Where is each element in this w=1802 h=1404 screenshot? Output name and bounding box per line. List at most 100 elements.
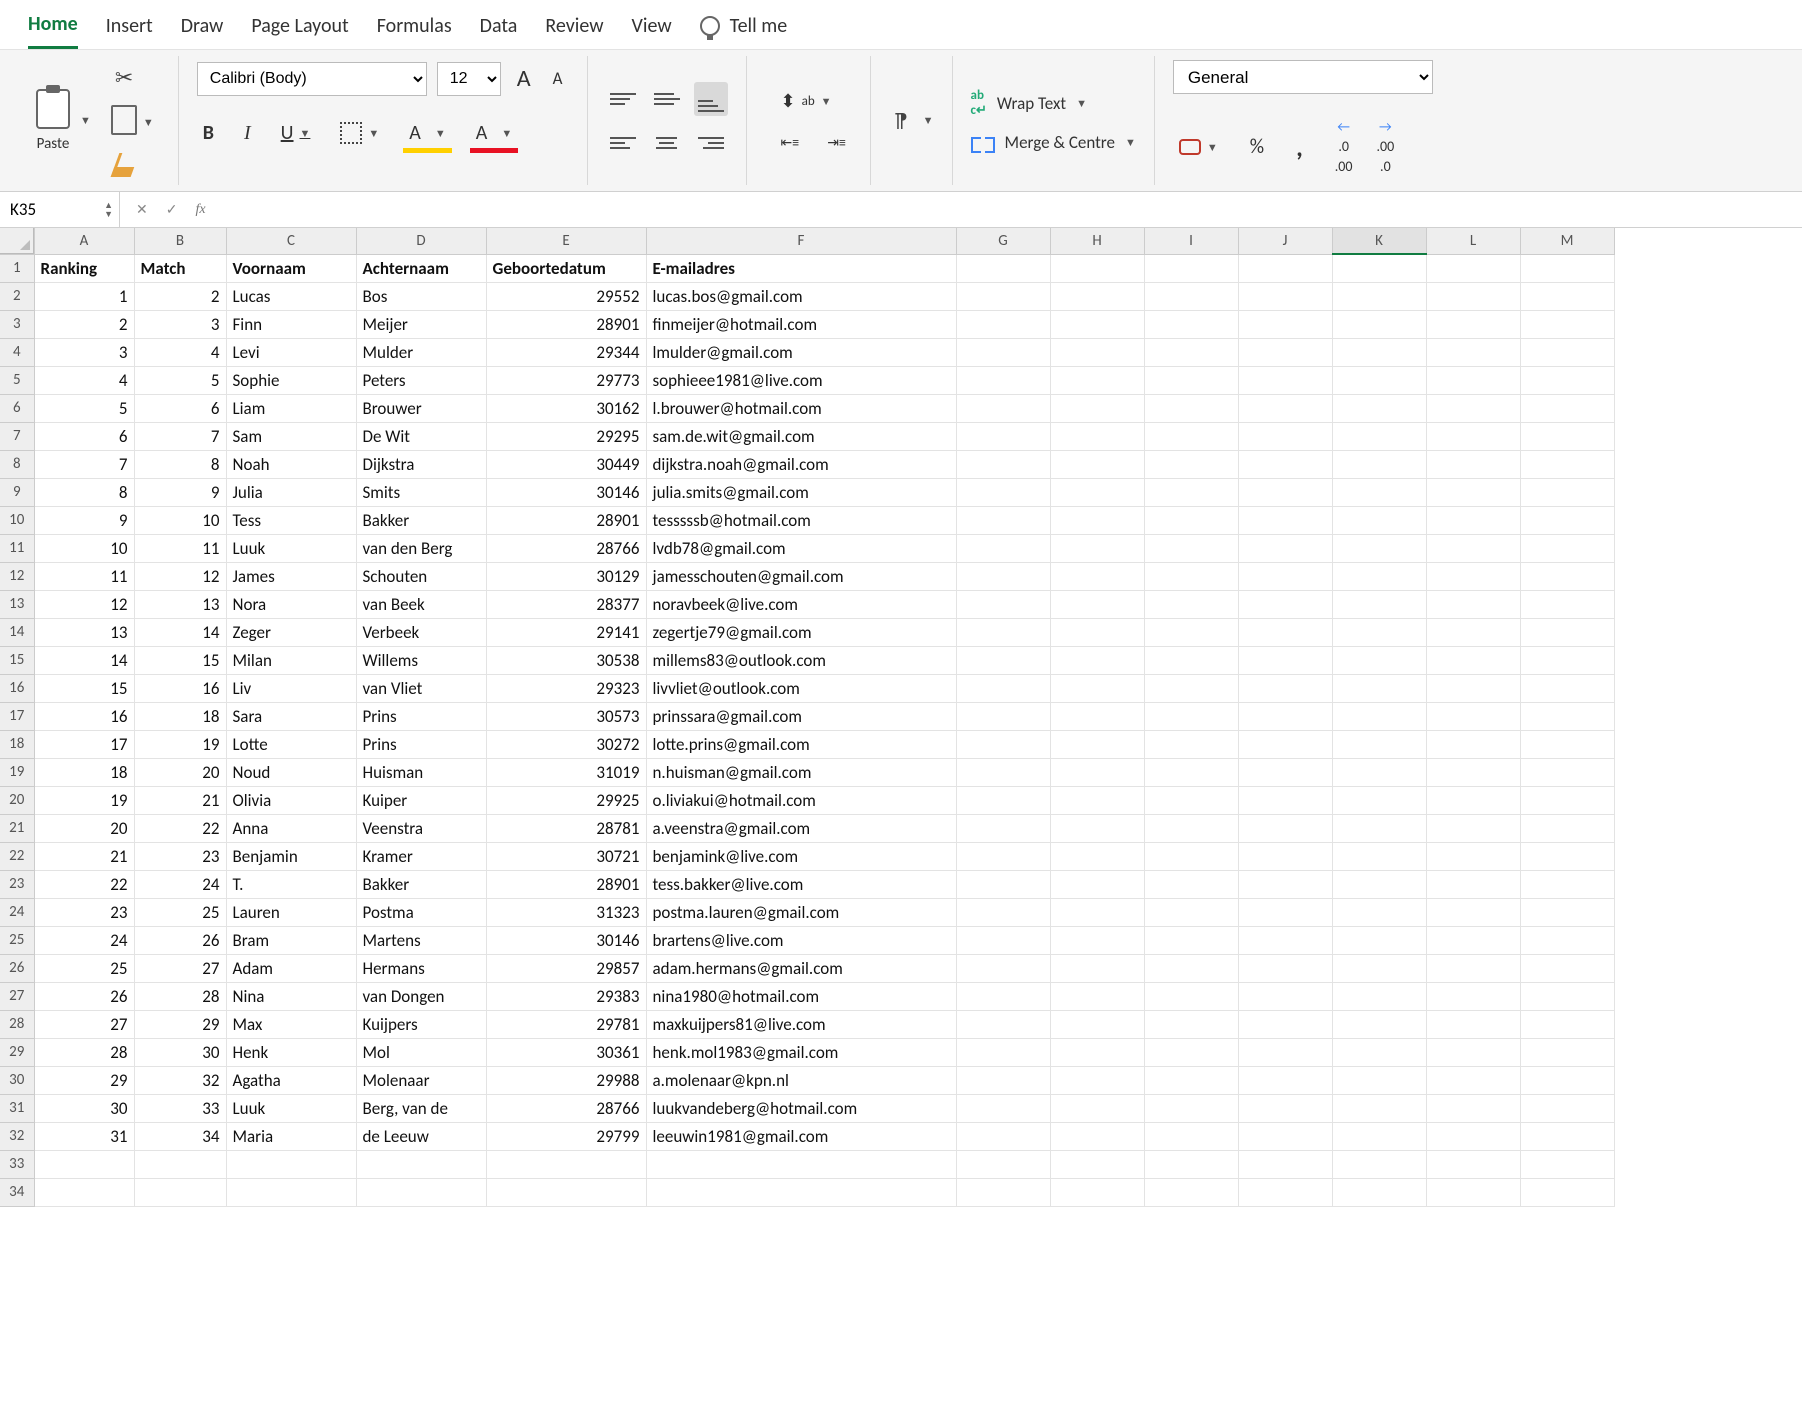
column-header-L[interactable]: L [1426,228,1520,254]
cancel-formula-button[interactable]: ✕ [136,201,148,218]
cell-J8[interactable] [1238,450,1332,478]
cell-H32[interactable] [1050,1122,1144,1150]
cell-A4[interactable]: 3 [34,338,134,366]
row-header-7[interactable]: 7 [0,422,34,450]
cell-D31[interactable]: Berg, van de [356,1094,486,1122]
cell-J25[interactable] [1238,926,1332,954]
cell-K5[interactable] [1332,366,1426,394]
column-header-F[interactable]: F [646,228,956,254]
cell-L3[interactable] [1426,310,1520,338]
cell-I21[interactable] [1144,814,1238,842]
cell-I19[interactable] [1144,758,1238,786]
cell-D23[interactable]: Bakker [356,870,486,898]
cell-K8[interactable] [1332,450,1426,478]
cell-A29[interactable]: 28 [34,1038,134,1066]
cell-J15[interactable] [1238,646,1332,674]
cell-C25[interactable]: Bram [226,926,356,954]
cell-K17[interactable] [1332,702,1426,730]
cell-F23[interactable]: tess.bakker@live.com [646,870,956,898]
cell-C2[interactable]: Lucas [226,282,356,310]
row-header-15[interactable]: 15 [0,646,34,674]
cell-B14[interactable]: 14 [134,618,226,646]
cell-F19[interactable]: n.huisman@gmail.com [646,758,956,786]
cell-J16[interactable] [1238,674,1332,702]
cell-A31[interactable]: 30 [34,1094,134,1122]
cell-I18[interactable] [1144,730,1238,758]
cell-J29[interactable] [1238,1038,1332,1066]
column-header-A[interactable]: A [34,228,134,254]
cell-A11[interactable]: 10 [34,534,134,562]
cell-J4[interactable] [1238,338,1332,366]
cell-I15[interactable] [1144,646,1238,674]
cell-C12[interactable]: James [226,562,356,590]
name-box-stepper[interactable]: ▲▼ [104,201,113,219]
cell-J32[interactable] [1238,1122,1332,1150]
tab-page-layout[interactable]: Page Layout [251,14,348,48]
cell-L26[interactable] [1426,954,1520,982]
tab-formulas[interactable]: Formulas [377,14,452,48]
cell-B32[interactable]: 34 [134,1122,226,1150]
cell-E26[interactable]: 29857 [486,954,646,982]
cell-G27[interactable] [956,982,1050,1010]
cell-D34[interactable] [356,1178,486,1206]
cell-L16[interactable] [1426,674,1520,702]
cell-J20[interactable] [1238,786,1332,814]
cell-G7[interactable] [956,422,1050,450]
cell-I28[interactable] [1144,1010,1238,1038]
cell-H2[interactable] [1050,282,1144,310]
cell-E5[interactable]: 29773 [486,366,646,394]
cell-C19[interactable]: Noud [226,758,356,786]
cell-G5[interactable] [956,366,1050,394]
cell-I33[interactable] [1144,1150,1238,1178]
cell-H34[interactable] [1050,1178,1144,1206]
cell-K34[interactable] [1332,1178,1426,1206]
cell-J28[interactable] [1238,1010,1332,1038]
cell-L22[interactable] [1426,842,1520,870]
align-left-button[interactable] [606,126,640,160]
cell-C21[interactable]: Anna [226,814,356,842]
cell-G34[interactable] [956,1178,1050,1206]
cell-A16[interactable]: 15 [34,674,134,702]
cell-J13[interactable] [1238,590,1332,618]
cell-C33[interactable] [226,1150,356,1178]
cell-D11[interactable]: van den Berg [356,534,486,562]
cell-B22[interactable]: 23 [134,842,226,870]
orientation-button[interactable]: ⬍ab▼ [775,86,852,116]
cell-I8[interactable] [1144,450,1238,478]
cell-L8[interactable] [1426,450,1520,478]
cell-J7[interactable] [1238,422,1332,450]
cell-C4[interactable]: Levi [226,338,356,366]
cell-I12[interactable] [1144,562,1238,590]
cell-F12[interactable]: jamesschouten@gmail.com [646,562,956,590]
cell-E1[interactable]: Geboortedatum [486,254,646,282]
cell-C28[interactable]: Max [226,1010,356,1038]
cell-I34[interactable] [1144,1178,1238,1206]
column-header-G[interactable]: G [956,228,1050,254]
cell-M4[interactable] [1520,338,1614,366]
cell-B1[interactable]: Match [134,254,226,282]
cell-H19[interactable] [1050,758,1144,786]
cell-I2[interactable] [1144,282,1238,310]
cell-A13[interactable]: 12 [34,590,134,618]
cell-J27[interactable] [1238,982,1332,1010]
cell-F27[interactable]: nina1980@hotmail.com [646,982,956,1010]
cell-L9[interactable] [1426,478,1520,506]
cell-C34[interactable] [226,1178,356,1206]
cell-E10[interactable]: 28901 [486,506,646,534]
cell-I13[interactable] [1144,590,1238,618]
cell-M6[interactable] [1520,394,1614,422]
cell-F21[interactable]: a.veenstra@gmail.com [646,814,956,842]
tab-insert[interactable]: Insert [106,14,153,48]
cell-H28[interactable] [1050,1010,1144,1038]
cell-H17[interactable] [1050,702,1144,730]
cell-E19[interactable]: 31019 [486,758,646,786]
cell-E6[interactable]: 30162 [486,394,646,422]
cell-G21[interactable] [956,814,1050,842]
cell-J9[interactable] [1238,478,1332,506]
cell-J3[interactable] [1238,310,1332,338]
cell-I20[interactable] [1144,786,1238,814]
cell-K2[interactable] [1332,282,1426,310]
cell-E27[interactable]: 29383 [486,982,646,1010]
cell-A27[interactable]: 26 [34,982,134,1010]
cell-E25[interactable]: 30146 [486,926,646,954]
